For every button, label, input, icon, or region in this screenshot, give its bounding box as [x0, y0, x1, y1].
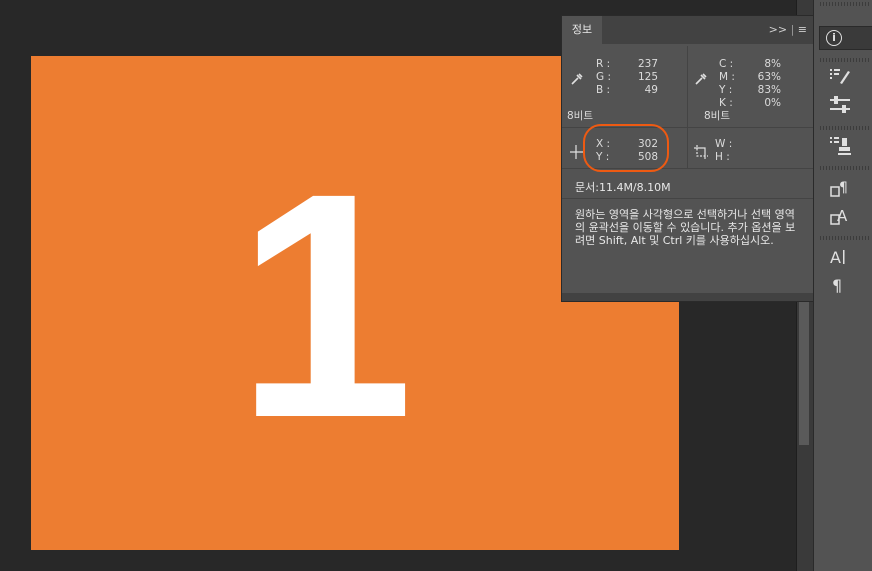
row-divider — [562, 198, 813, 199]
cmyk-c-row: C : 8% — [719, 58, 781, 71]
selection-size-icon — [694, 145, 708, 159]
dock-grip[interactable] — [820, 236, 870, 240]
size-h-row: H : — [715, 151, 777, 164]
panel-dock: i ¶ A A ¶ — [813, 0, 872, 571]
cmyk-m-row: M : 63% — [719, 71, 781, 84]
cmyk-y-row: Y : 83% — [719, 84, 781, 97]
b-value: 49 — [644, 84, 658, 96]
brush-settings-icon[interactable] — [830, 68, 852, 90]
rgb-r-row: R : 237 — [596, 58, 658, 71]
rgb-g-row: G : 125 — [596, 71, 658, 84]
panel-resize-handle[interactable] — [562, 293, 813, 301]
dock-grip[interactable] — [820, 126, 870, 130]
dock-grip[interactable] — [820, 166, 870, 170]
info-panel-button[interactable]: i — [819, 26, 872, 50]
double-chevron-right-icon[interactable]: >> — [769, 23, 787, 36]
sliders-icon[interactable] — [830, 96, 852, 118]
column-divider — [687, 46, 688, 168]
info-icon: i — [826, 30, 842, 46]
paragraph-style-icon[interactable]: ¶ — [830, 178, 852, 202]
paragraph-icon[interactable]: ¶ — [830, 276, 852, 300]
character-style-icon[interactable]: A — [830, 206, 852, 230]
g-label: G : — [596, 71, 612, 83]
y-value: 83% — [757, 84, 781, 96]
h-label: H : — [715, 151, 730, 163]
r-value: 237 — [637, 58, 658, 70]
c-label: C : — [719, 58, 734, 70]
tab-info[interactable]: 정보 — [562, 16, 602, 44]
panel-header: 정보 >> | ≡ — [562, 16, 813, 44]
cmyk-k-row: K : 0% — [719, 97, 781, 110]
b-label: B : — [596, 84, 611, 96]
hamburger-menu-icon[interactable]: ≡ — [798, 23, 807, 36]
eyedropper-icon[interactable] — [694, 72, 708, 86]
size-w-row: W : — [715, 138, 777, 151]
character-icon[interactable]: A — [830, 248, 852, 272]
cmyk-bit-depth[interactable]: 8비트 — [704, 110, 730, 123]
m-value: 63% — [757, 71, 781, 83]
w-label: W : — [715, 138, 733, 150]
k-label: K : — [719, 97, 733, 109]
dock-grip[interactable] — [820, 58, 870, 62]
m-label: M : — [719, 71, 735, 83]
c-value: 8% — [764, 58, 781, 70]
svg-text:A: A — [830, 248, 841, 267]
k-value: 0% — [764, 97, 781, 109]
clone-source-icon[interactable] — [830, 136, 852, 160]
annotation-highlight — [583, 124, 669, 172]
document-size: 문서:11.4M/8.10M — [575, 181, 671, 194]
svg-text:¶: ¶ — [839, 180, 848, 196]
rgb-bit-depth[interactable]: 8비트 — [567, 110, 593, 123]
rgb-b-row: B : 49 — [596, 84, 658, 97]
eyedropper-icon[interactable] — [570, 72, 584, 86]
panel-header-icons: >> | ≡ — [769, 23, 807, 36]
r-label: R : — [596, 58, 611, 70]
tool-hint-text: 원하는 영역을 사각형으로 선택하거나 선택 영역의 윤곽선을 이동할 수 있습… — [575, 208, 796, 247]
y-label: Y : — [719, 84, 733, 96]
svg-text:A: A — [837, 207, 848, 225]
scrollbar-thumb[interactable] — [799, 300, 809, 445]
dock-grip[interactable] — [820, 2, 870, 6]
g-value: 125 — [637, 71, 658, 83]
header-separator: | — [790, 23, 795, 36]
svg-text:¶: ¶ — [832, 276, 842, 295]
